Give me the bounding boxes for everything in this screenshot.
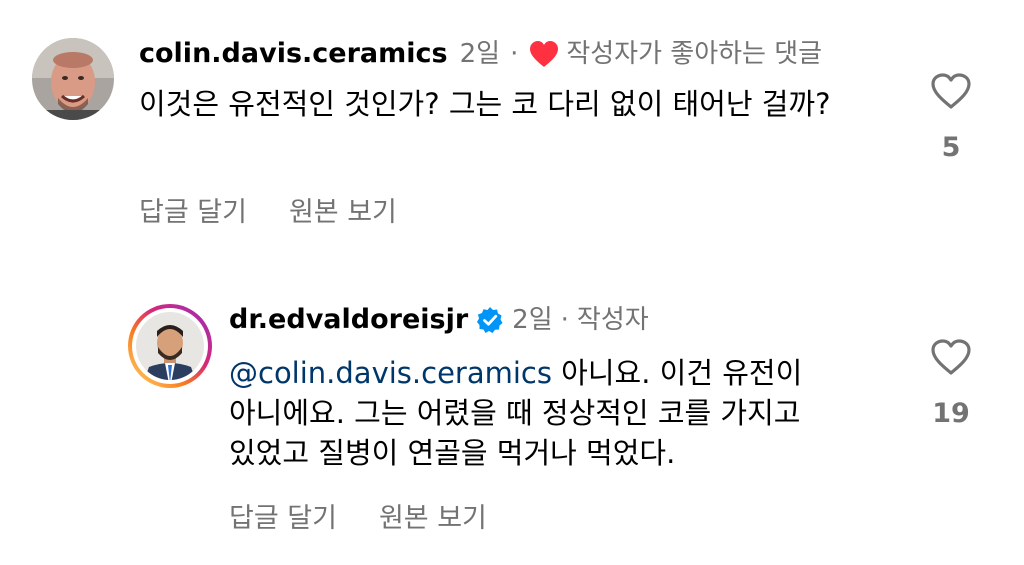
timestamp: 2일 [512,305,553,335]
author-liked-heart-icon [528,39,560,69]
comment-body: colin.davis.ceramics 2일 · 작성자가 좋아하는 댓글 이… [139,36,899,124]
see-original-button[interactable]: 원본 보기 [379,496,487,535]
like-count: 19 [932,398,970,429]
profile-photo-icon [128,304,212,388]
username[interactable]: colin.davis.ceramics [139,36,448,72]
comment-meta: colin.davis.ceramics 2일 · 작성자가 좋아하는 댓글 [139,36,899,72]
comment-text: @colin.davis.ceramics 아니요. 이건 유전이 아니에요. … [229,353,884,473]
mention-link[interactable]: @colin.davis.ceramics [229,356,552,390]
separator: · [510,39,519,69]
author-liked-label: 작성자가 좋아하는 댓글 [566,39,823,69]
avatar-story-ring[interactable] [127,303,213,389]
profile-photo-icon [32,38,114,120]
separator: · [560,305,569,335]
like-column: 19 [921,338,981,429]
like-count: 5 [941,132,961,163]
comment-actions: 답글 달기 원본 보기 [139,190,439,229]
comment-actions: 답글 달기 원본 보기 [229,496,529,535]
comment-text: 이것은 유전적인 것인가? 그는 코 다리 없이 태어난 걸까? [139,87,831,121]
reply-button[interactable]: 답글 달기 [139,190,247,229]
comment-meta: dr.edvaldoreisjr 2일 · 작성자 [229,302,899,338]
username[interactable]: dr.edvaldoreisjr [229,302,468,338]
comment-body: dr.edvaldoreisjr 2일 · 작성자 @colin.davis.c… [229,302,899,473]
reply-button[interactable]: 답글 달기 [229,496,337,535]
verified-badge-icon [476,306,504,334]
author-badge: 작성자 [576,305,649,335]
like-heart-icon[interactable] [921,72,981,114]
avatar[interactable] [32,38,114,120]
like-heart-icon[interactable] [921,338,981,380]
see-original-button[interactable]: 원본 보기 [289,190,397,229]
timestamp: 2일 [459,39,501,69]
like-column: 5 [921,72,981,163]
